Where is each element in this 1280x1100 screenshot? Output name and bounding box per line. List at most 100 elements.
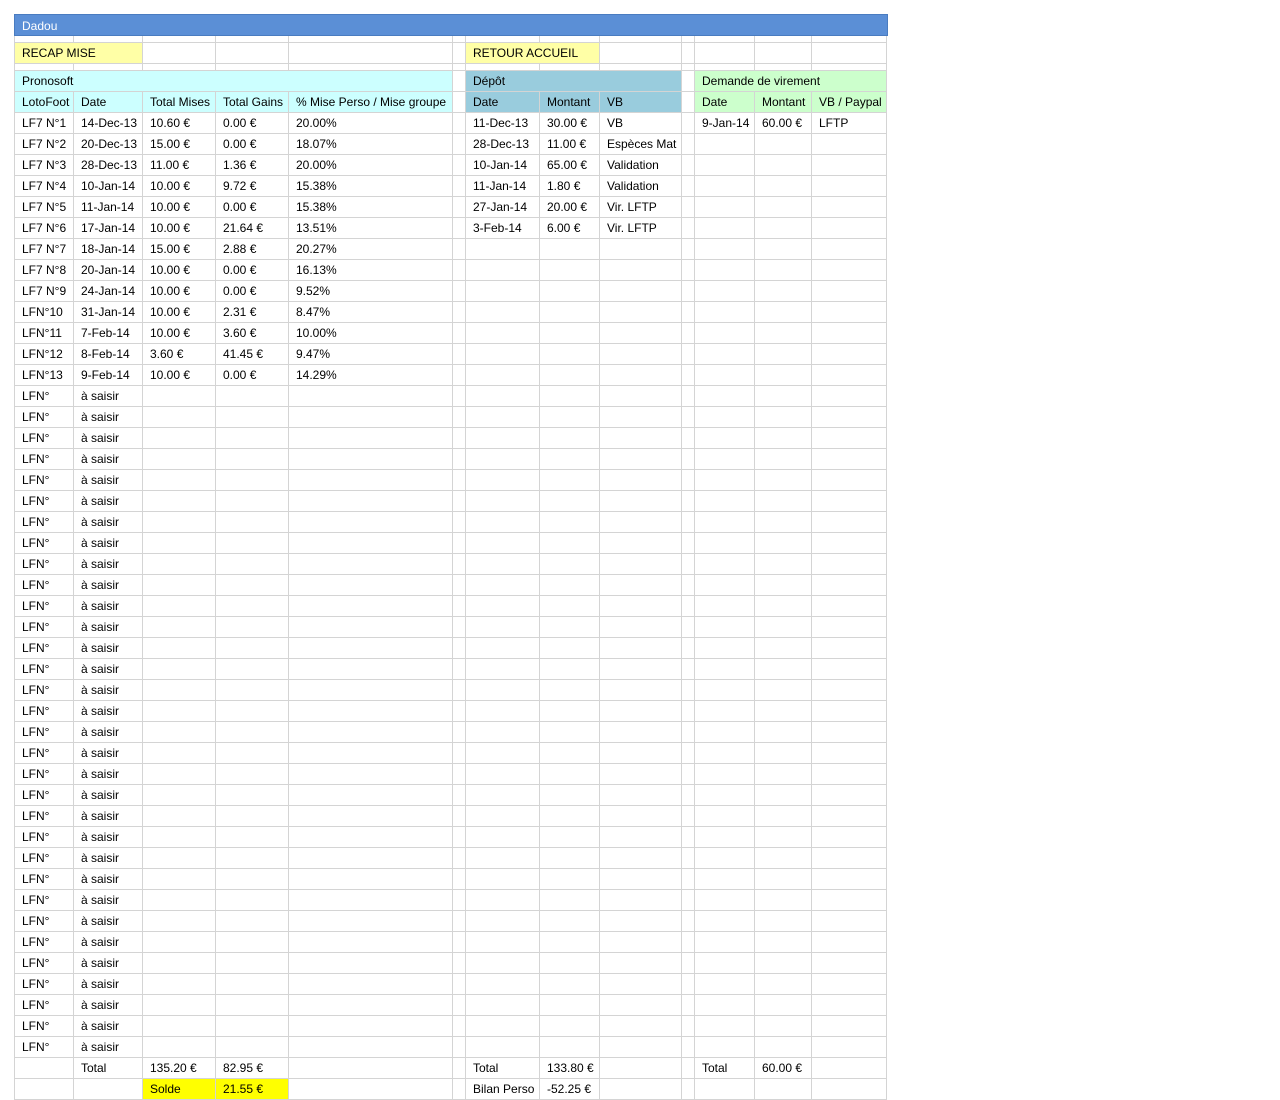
table-cell[interactable] xyxy=(812,890,887,911)
table-cell[interactable] xyxy=(216,470,289,491)
table-cell[interactable] xyxy=(755,533,812,554)
table-cell[interactable] xyxy=(540,848,600,869)
table-cell[interactable] xyxy=(540,659,600,680)
table-cell[interactable] xyxy=(289,617,453,638)
table-cell[interactable]: 10.00 € xyxy=(143,281,216,302)
table-cell[interactable]: 3-Feb-14 xyxy=(466,218,540,239)
table-cell[interactable] xyxy=(695,848,755,869)
table-cell[interactable] xyxy=(600,365,682,386)
table-cell[interactable]: à saisir xyxy=(74,533,143,554)
table-cell[interactable] xyxy=(466,1037,540,1058)
table-cell[interactable]: LFN° xyxy=(14,974,74,995)
table-cell[interactable]: 20-Jan-14 xyxy=(74,260,143,281)
table-cell[interactable]: 10.00% xyxy=(289,323,453,344)
table-cell[interactable] xyxy=(216,806,289,827)
table-cell[interactable] xyxy=(216,932,289,953)
table-cell[interactable] xyxy=(216,785,289,806)
table-cell[interactable] xyxy=(466,722,540,743)
table-cell[interactable] xyxy=(812,470,887,491)
table-cell[interactable] xyxy=(695,428,755,449)
table-cell[interactable]: LFN° xyxy=(14,638,74,659)
table-cell[interactable] xyxy=(812,323,887,344)
table-cell[interactable] xyxy=(755,1016,812,1037)
table-cell[interactable]: à saisir xyxy=(74,407,143,428)
table-cell[interactable] xyxy=(216,554,289,575)
table-cell[interactable]: 1.80 € xyxy=(540,176,600,197)
table-cell[interactable] xyxy=(812,995,887,1016)
table-cell[interactable] xyxy=(812,260,887,281)
table-cell[interactable]: Vir. LFTP xyxy=(600,218,682,239)
table-cell[interactable]: à saisir xyxy=(74,596,143,617)
table-cell[interactable] xyxy=(812,134,887,155)
table-cell[interactable] xyxy=(755,302,812,323)
table-cell[interactable] xyxy=(540,239,600,260)
table-cell[interactable]: Espèces Mat xyxy=(600,134,682,155)
table-cell[interactable]: LFN° xyxy=(14,596,74,617)
table-cell[interactable]: 6.00 € xyxy=(540,218,600,239)
table-cell[interactable] xyxy=(143,680,216,701)
table-cell[interactable] xyxy=(289,554,453,575)
table-cell[interactable] xyxy=(812,638,887,659)
table-cell[interactable] xyxy=(466,449,540,470)
table-cell[interactable]: LF7 N°5 xyxy=(14,197,74,218)
table-cell[interactable] xyxy=(143,1016,216,1037)
table-cell[interactable] xyxy=(289,428,453,449)
table-cell[interactable] xyxy=(143,890,216,911)
table-cell[interactable] xyxy=(755,953,812,974)
table-cell[interactable]: 20-Dec-13 xyxy=(74,134,143,155)
table-cell[interactable] xyxy=(289,869,453,890)
table-cell[interactable] xyxy=(143,449,216,470)
table-cell[interactable] xyxy=(755,806,812,827)
table-cell[interactable] xyxy=(755,974,812,995)
table-cell[interactable] xyxy=(755,827,812,848)
table-cell[interactable] xyxy=(540,764,600,785)
table-cell[interactable] xyxy=(695,995,755,1016)
table-cell[interactable]: LFN° xyxy=(14,701,74,722)
table-cell[interactable] xyxy=(812,701,887,722)
table-cell[interactable] xyxy=(695,617,755,638)
table-cell[interactable] xyxy=(143,806,216,827)
table-cell[interactable] xyxy=(812,1037,887,1058)
table-cell[interactable] xyxy=(466,680,540,701)
table-cell[interactable] xyxy=(695,953,755,974)
table-cell[interactable]: 15.38% xyxy=(289,197,453,218)
table-cell[interactable] xyxy=(540,344,600,365)
table-cell[interactable] xyxy=(540,1037,600,1058)
table-cell[interactable]: à saisir xyxy=(74,806,143,827)
table-cell[interactable] xyxy=(143,932,216,953)
table-cell[interactable] xyxy=(695,1016,755,1037)
table-cell[interactable]: 20.00% xyxy=(289,155,453,176)
table-cell[interactable] xyxy=(143,407,216,428)
table-cell[interactable] xyxy=(143,533,216,554)
table-cell[interactable]: LFN° xyxy=(14,617,74,638)
table-cell[interactable]: LF7 N°6 xyxy=(14,218,74,239)
table-cell[interactable] xyxy=(695,722,755,743)
table-cell[interactable] xyxy=(695,365,755,386)
table-cell[interactable] xyxy=(755,197,812,218)
table-cell[interactable] xyxy=(216,659,289,680)
table-cell[interactable] xyxy=(695,512,755,533)
table-cell[interactable] xyxy=(600,512,682,533)
table-cell[interactable]: à saisir xyxy=(74,995,143,1016)
table-cell[interactable] xyxy=(755,722,812,743)
table-cell[interactable] xyxy=(466,596,540,617)
table-cell[interactable] xyxy=(695,932,755,953)
table-cell[interactable] xyxy=(755,155,812,176)
table-cell[interactable] xyxy=(812,365,887,386)
table-cell[interactable] xyxy=(466,638,540,659)
table-cell[interactable] xyxy=(216,575,289,596)
table-cell[interactable] xyxy=(143,848,216,869)
table-cell[interactable] xyxy=(466,365,540,386)
table-cell[interactable] xyxy=(466,344,540,365)
table-cell[interactable] xyxy=(216,1037,289,1058)
table-cell[interactable]: 15.00 € xyxy=(143,239,216,260)
table-cell[interactable] xyxy=(216,428,289,449)
table-cell[interactable] xyxy=(540,869,600,890)
table-cell[interactable] xyxy=(466,890,540,911)
table-cell[interactable] xyxy=(600,302,682,323)
table-cell[interactable] xyxy=(755,1037,812,1058)
table-cell[interactable] xyxy=(600,806,682,827)
table-cell[interactable] xyxy=(216,533,289,554)
table-cell[interactable] xyxy=(600,890,682,911)
table-cell[interactable]: à saisir xyxy=(74,617,143,638)
